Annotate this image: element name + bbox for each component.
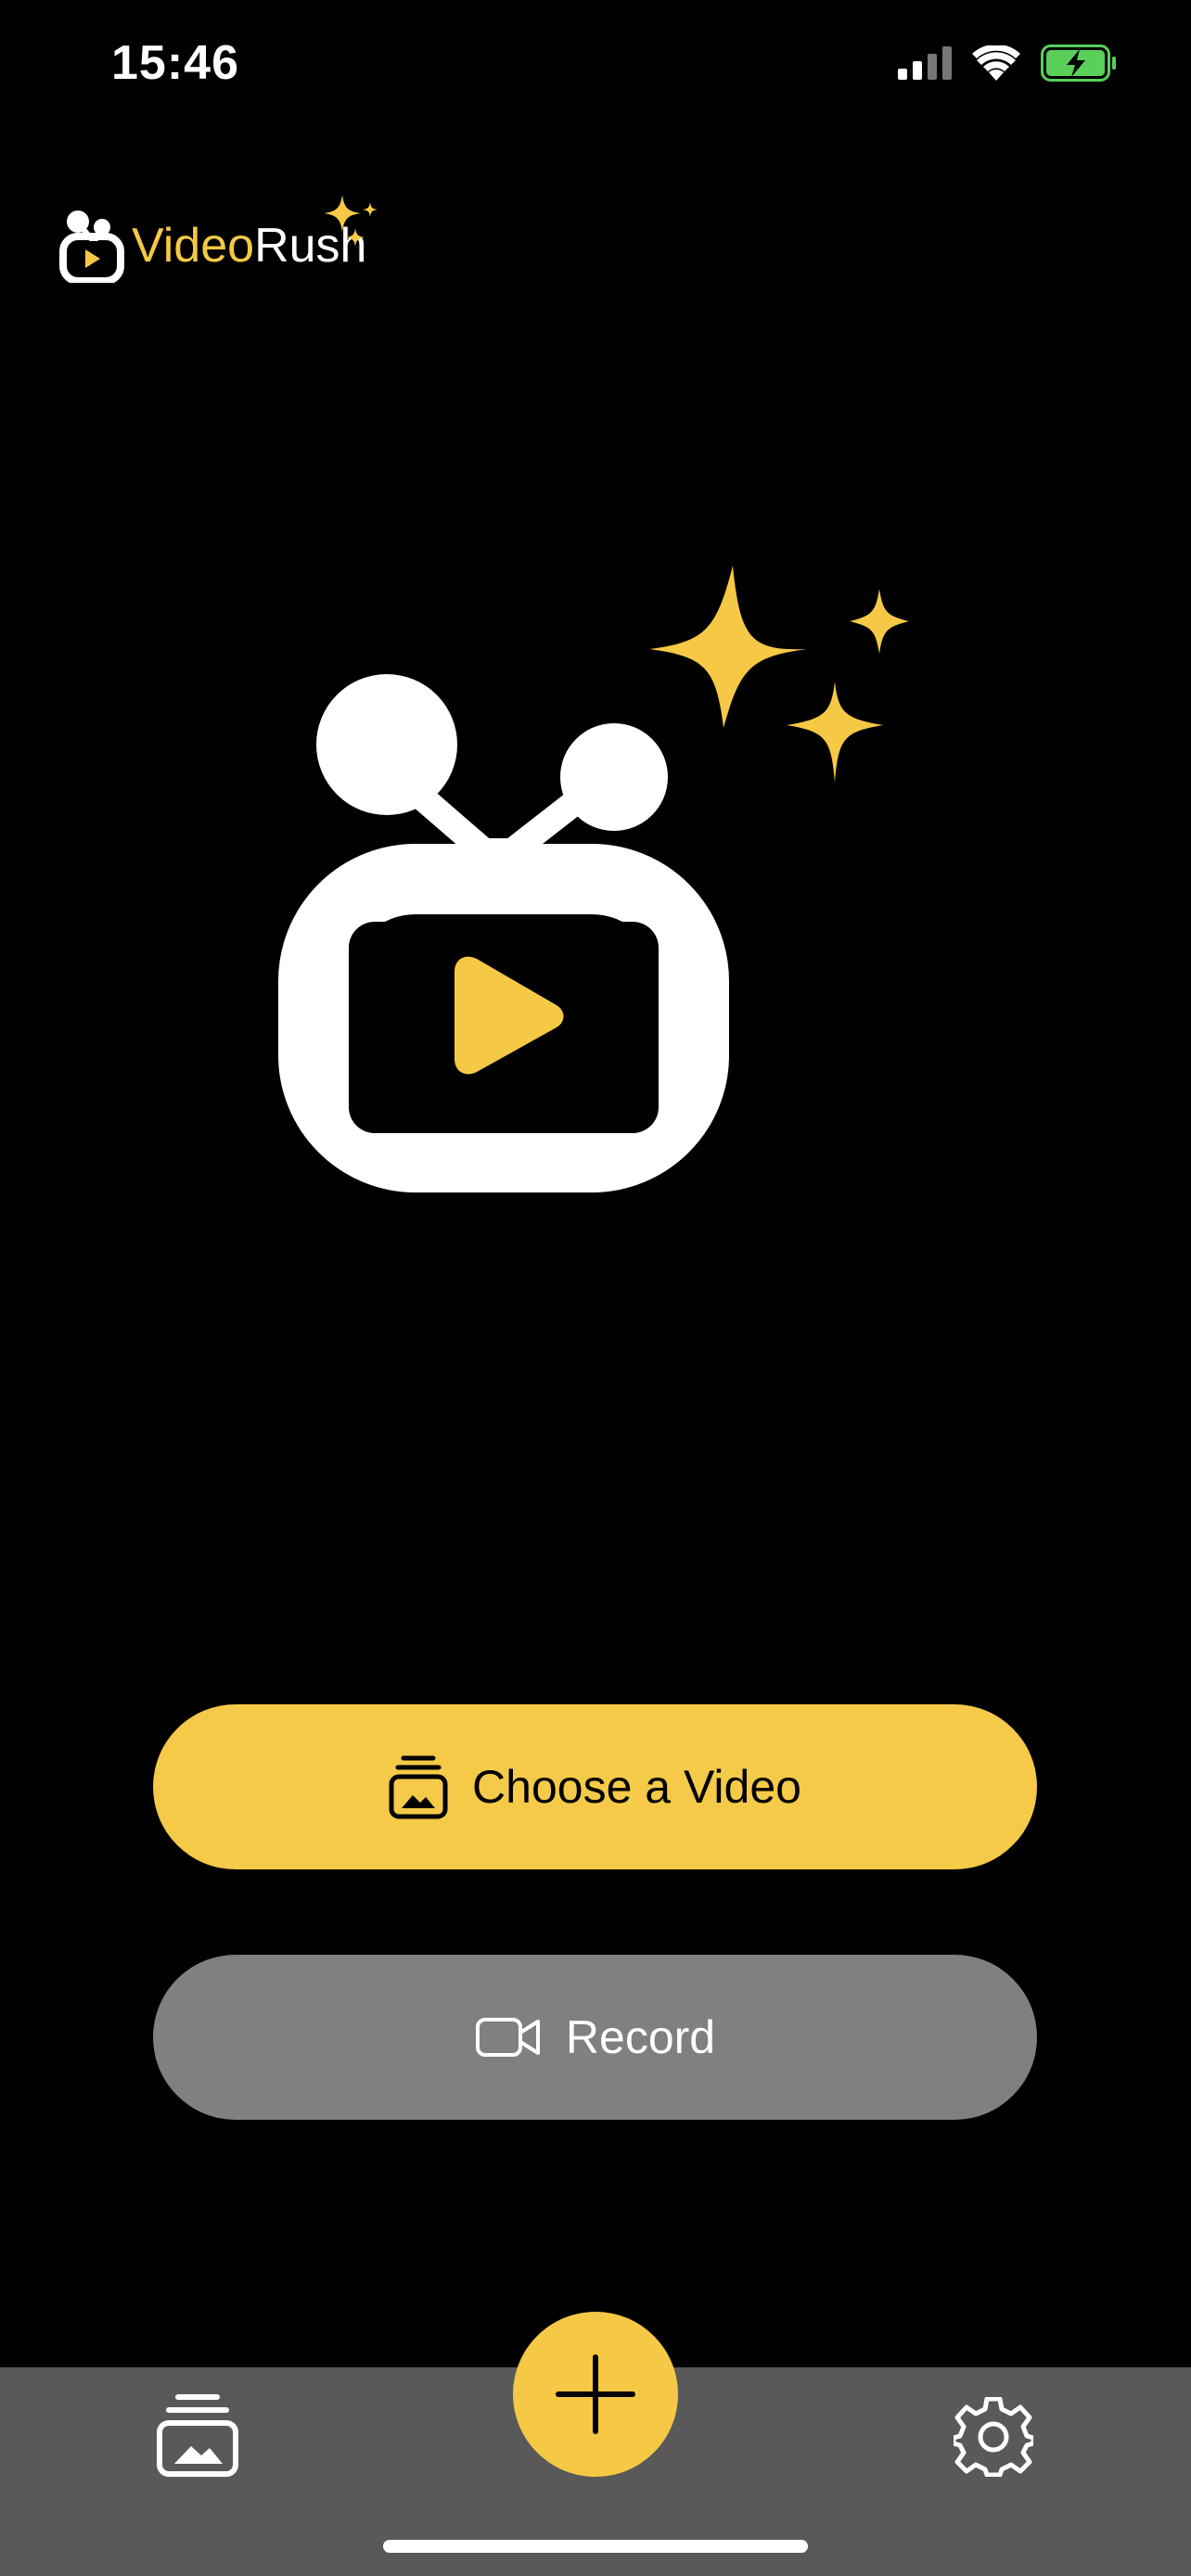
hero-sparkle-large bbox=[649, 566, 807, 728]
home-indicator bbox=[383, 2540, 808, 2553]
wifi-icon bbox=[972, 45, 1020, 81]
app-logo: VideoRush bbox=[59, 195, 378, 283]
tab-settings-button[interactable] bbox=[951, 2396, 1036, 2481]
hero-sparkle-small-right bbox=[850, 589, 909, 654]
sparkle-icon bbox=[324, 195, 378, 247]
status-icons bbox=[898, 45, 1117, 82]
gear-icon bbox=[951, 2396, 1036, 2478]
battery-charging-icon bbox=[1041, 45, 1116, 82]
choose-video-button[interactable]: Choose a Video bbox=[153, 1704, 1037, 1869]
status-time: 15:46 bbox=[111, 36, 239, 90]
record-label: Record bbox=[565, 2011, 716, 2063]
plus-icon bbox=[556, 2354, 635, 2434]
record-button[interactable]: Record bbox=[153, 1955, 1037, 2120]
photo-library-icon bbox=[389, 1755, 448, 1819]
photo-library-icon bbox=[157, 2394, 238, 2477]
hero-sparkle-small-bottom bbox=[787, 682, 883, 783]
choose-video-label: Choose a Video bbox=[472, 1761, 801, 1813]
cellular-signal-icon bbox=[898, 46, 952, 80]
hero-tv-illustration bbox=[278, 566, 909, 1192]
add-button[interactable] bbox=[513, 2312, 678, 2477]
status-bar: 15:46 bbox=[0, 0, 1191, 139]
tv-logo-icon bbox=[59, 210, 124, 283]
tab-library-button[interactable] bbox=[156, 2392, 239, 2482]
video-camera-icon bbox=[475, 2018, 540, 2057]
brand-name-video: Video bbox=[132, 219, 255, 273]
